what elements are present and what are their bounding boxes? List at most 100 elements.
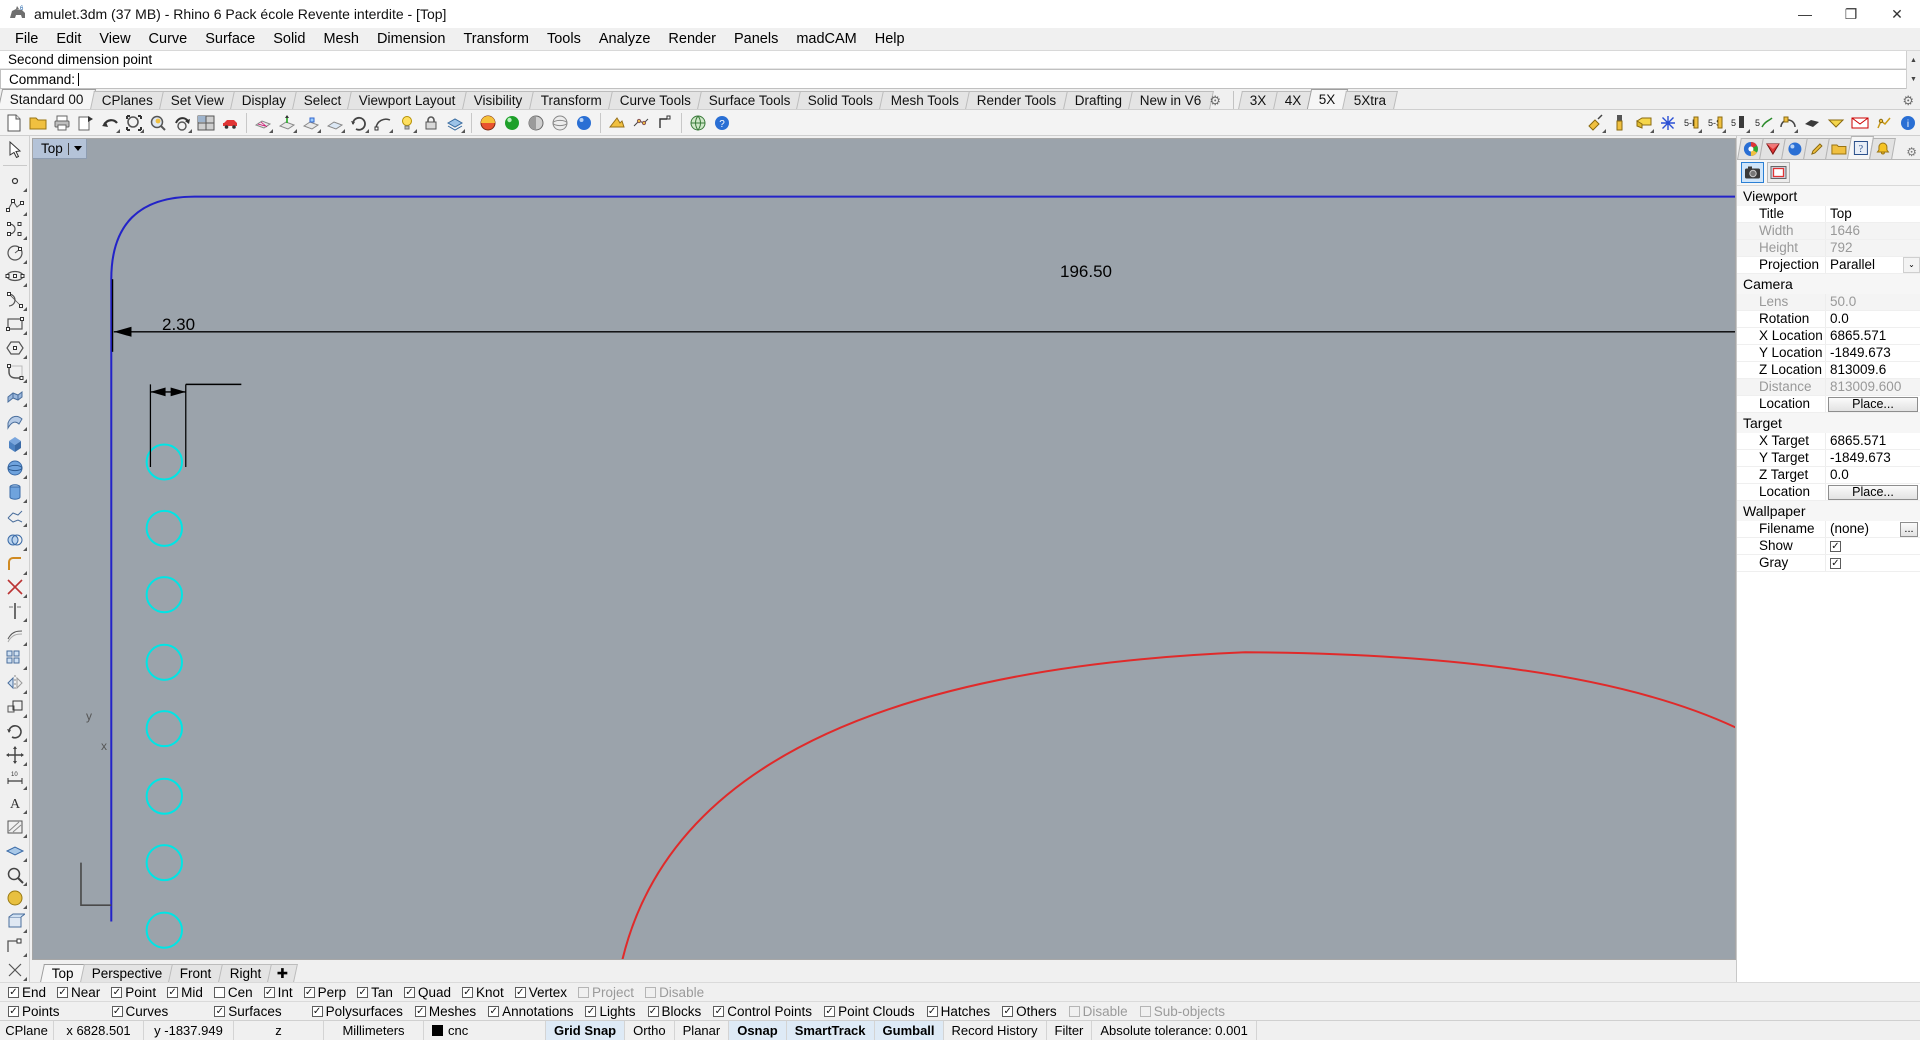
nest-icon[interactable] — [1873, 112, 1895, 134]
trim-icon[interactable] — [2, 576, 28, 600]
dimension-196-50-text[interactable]: 196.50 — [1060, 262, 1112, 282]
checkbox[interactable]: ✓ — [514, 986, 526, 998]
analyze-icon[interactable] — [2, 863, 28, 887]
menu-item-solid[interactable]: Solid — [264, 29, 314, 49]
menu-item-transform[interactable]: Transform — [454, 29, 538, 49]
help-icon[interactable]: ? — [711, 112, 733, 134]
explode-icon[interactable] — [654, 112, 676, 134]
filter-curves[interactable]: ✓ Curves — [111, 1004, 168, 1019]
menu-item-mesh[interactable]: Mesh — [314, 29, 367, 49]
menu-item-madcam[interactable]: madCAM — [787, 29, 865, 49]
mail-icon[interactable] — [1849, 112, 1871, 134]
gradient-sphere-icon[interactable] — [477, 112, 499, 134]
checkbox[interactable]: ✓ — [303, 986, 315, 998]
sphere-solid-icon[interactable] — [2, 456, 28, 480]
offset-icon[interactable] — [2, 623, 28, 647]
text-icon[interactable]: A — [2, 791, 28, 815]
curve-icon[interactable] — [2, 217, 28, 241]
four-view-layout-icon[interactable] — [195, 112, 217, 134]
toolbar-tab-curve-tools[interactable]: Curve Tools — [607, 91, 703, 109]
mesh-icon[interactable] — [630, 112, 652, 134]
checkbox[interactable]: ✓ — [403, 986, 415, 998]
new-file-icon[interactable] — [3, 112, 25, 134]
osnap-end[interactable]: ✓ End — [8, 985, 46, 1000]
blue-sphere-icon[interactable] — [573, 112, 595, 134]
polyline-icon[interactable] — [2, 193, 28, 217]
stock-box-icon[interactable] — [1633, 112, 1655, 134]
toolbar-tab-new-in-v6[interactable]: New in V6 — [1127, 91, 1214, 109]
open-folder-icon[interactable] — [27, 112, 49, 134]
checkbox[interactable]: ✓ — [214, 1005, 226, 1017]
checkbox[interactable]: ✓ — [8, 986, 19, 998]
menu-item-tools[interactable]: Tools — [538, 29, 590, 49]
command-line[interactable]: Command: — [0, 69, 1906, 89]
arc-icon[interactable] — [2, 288, 28, 312]
point-icon[interactable] — [2, 169, 28, 193]
minimize-button[interactable]: — — [1782, 0, 1828, 28]
hatch-icon[interactable] — [2, 815, 28, 839]
surface-grid-icon[interactable] — [2, 384, 28, 408]
command-scroll-down-icon[interactable]: ▼ — [1907, 70, 1920, 89]
filter-surfaces[interactable]: ✓ Surfaces — [214, 1004, 282, 1019]
status-toggle-record-history[interactable]: Record History — [944, 1021, 1047, 1040]
status-toggle-gumball[interactable]: Gumball — [874, 1021, 944, 1040]
browse-file-button[interactable]: ... — [1900, 521, 1918, 537]
checkbox[interactable] — [213, 986, 225, 998]
menu-item-help[interactable]: Help — [866, 29, 914, 49]
viewport-tab-top[interactable]: Top — [40, 964, 86, 982]
array-icon[interactable] — [2, 647, 28, 671]
rotate-icon[interactable] — [2, 719, 28, 743]
osnap-knot[interactable]: ✓ Knot — [461, 985, 504, 1000]
toolbar-tab-surface-tools[interactable]: Surface Tools — [696, 91, 803, 109]
cplane-surface-icon[interactable] — [324, 112, 346, 134]
panel-gear-icon[interactable]: ⚙ — [1902, 93, 1914, 109]
post-icon[interactable] — [1825, 112, 1847, 134]
toolbar-tab-select[interactable]: Select — [291, 91, 354, 109]
camera-icon[interactable] — [1741, 162, 1764, 183]
polygon-icon[interactable] — [2, 336, 28, 360]
scale-icon[interactable] — [2, 695, 28, 719]
car-render-icon[interactable] — [219, 112, 241, 134]
cylinder-icon[interactable] — [2, 480, 28, 504]
toolbar-tab-set-view[interactable]: Set View — [158, 91, 236, 109]
property-value[interactable]: 0.0 — [1825, 467, 1920, 483]
undo-icon[interactable] — [99, 112, 121, 134]
menu-item-edit[interactable]: Edit — [47, 29, 90, 49]
status-units[interactable]: Millimeters — [324, 1021, 424, 1040]
checkbox[interactable]: ✓ — [357, 986, 369, 998]
viewport-tab-right[interactable]: Right — [217, 964, 274, 982]
5axis-tool-icon[interactable]: 5 — [1729, 112, 1751, 134]
mesh-icon[interactable] — [2, 504, 28, 528]
box-solid-icon[interactable] — [2, 432, 28, 456]
copy-paste-icon[interactable] — [75, 112, 97, 134]
property-value[interactable]: -1849.673 — [1825, 450, 1920, 466]
filter-annotations[interactable]: ✓ Annotations — [488, 1004, 573, 1019]
status-layer[interactable]: cnc — [424, 1021, 546, 1040]
osnap-perp[interactable]: ✓ Perp — [303, 985, 346, 1000]
status-toggle-smarttrack[interactable]: SmartTrack — [786, 1021, 875, 1040]
globe-icon[interactable] — [687, 112, 709, 134]
toolbar-tab-render-tools[interactable]: Render Tools — [965, 91, 1069, 109]
status-toggle-filter[interactable]: Filter — [1047, 1021, 1093, 1040]
checkbox[interactable]: ✓ — [926, 1005, 938, 1017]
boolean-icon[interactable] — [2, 528, 28, 552]
ghost-sphere-icon[interactable] — [549, 112, 571, 134]
osnap-quad[interactable]: ✓ Quad — [403, 985, 451, 1000]
checkbox[interactable]: ✓ — [167, 986, 179, 998]
status-toggle-planar[interactable]: Planar — [675, 1021, 730, 1040]
viewport-top[interactable]: Top 196.50 2.30 y x — [32, 138, 1736, 960]
rotate-view-icon[interactable] — [348, 112, 370, 134]
property-value[interactable]: Top — [1825, 206, 1920, 222]
viewport-tab-front[interactable]: Front — [168, 964, 224, 982]
checkbox[interactable]: ✓ — [585, 1005, 597, 1017]
filename-value[interactable]: (none) — [1830, 521, 1900, 537]
checkbox[interactable]: ✓ — [1002, 1005, 1014, 1017]
place-button[interactable]: Place... — [1828, 396, 1918, 412]
filter-lights[interactable]: ✓ Lights — [585, 1004, 636, 1019]
mirror-icon[interactable] — [2, 671, 28, 695]
dimension-icon[interactable]: 10 — [2, 767, 28, 791]
toolbar-tab-transform[interactable]: Transform — [528, 91, 614, 109]
toolbar-tab2-5xtra[interactable]: 5Xtra — [1341, 91, 1398, 109]
cplane-origin-icon[interactable] — [276, 112, 298, 134]
viewport-label[interactable]: Top — [33, 139, 87, 159]
